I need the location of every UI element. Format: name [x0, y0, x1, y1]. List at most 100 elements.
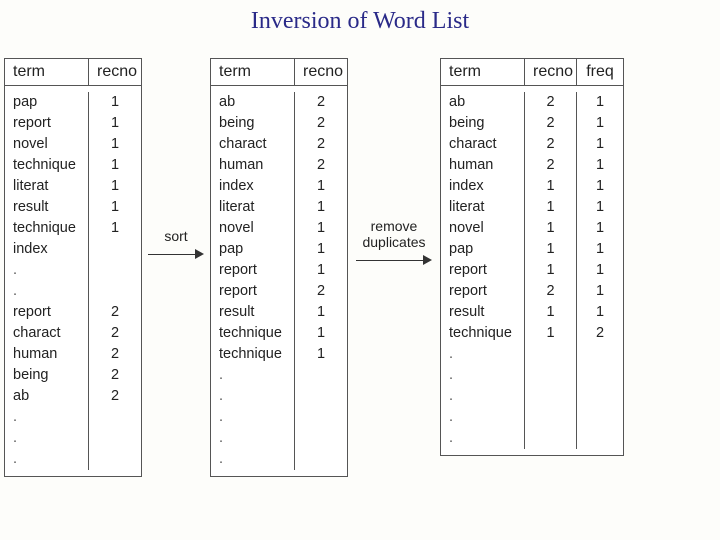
cell-term: human — [5, 344, 89, 365]
table-row: . — [5, 428, 141, 449]
cell-term: technique — [5, 155, 89, 176]
cell-recno: 1 — [295, 197, 347, 218]
cell-recno: 2 — [295, 92, 347, 113]
cell-term: human — [211, 155, 295, 176]
cell-freq: 2 — [577, 323, 623, 344]
cell-recno: 1 — [295, 323, 347, 344]
table-row: novel1 — [5, 134, 141, 155]
cell-freq: 1 — [577, 281, 623, 302]
cell-recno: 2 — [525, 92, 577, 113]
cell-recno — [295, 407, 347, 428]
cell-recno: 1 — [525, 260, 577, 281]
cell-term: ab — [211, 92, 295, 113]
cell-term: report — [211, 281, 295, 302]
table-row: . — [441, 428, 623, 449]
cell-recno — [89, 239, 141, 260]
table-row: . — [441, 344, 623, 365]
table-row: result1 — [211, 302, 347, 323]
table-row: . — [211, 428, 347, 449]
cell-recno: 1 — [295, 260, 347, 281]
cell-term: . — [441, 365, 525, 386]
arrow-dedup: remove duplicates — [348, 58, 440, 268]
cell-term: technique — [211, 344, 295, 365]
cell-term: report — [441, 281, 525, 302]
cell-recno: 2 — [525, 134, 577, 155]
cell-recno — [89, 281, 141, 302]
cell-recno — [295, 386, 347, 407]
table-row: literat1 — [5, 176, 141, 197]
cell-recno: 2 — [525, 155, 577, 176]
col-header-recno: recno — [525, 59, 577, 85]
cell-term: . — [441, 407, 525, 428]
arrow-label: remove duplicates — [362, 218, 425, 250]
cell-recno: 2 — [89, 302, 141, 323]
table-row: . — [5, 449, 141, 470]
table-row: technique1 — [211, 344, 347, 365]
cell-recno — [89, 449, 141, 470]
table-row: ab21 — [441, 92, 623, 113]
arrow-sort: sort — [142, 58, 210, 262]
cell-freq: 1 — [577, 197, 623, 218]
table-body: pap1report1novel1technique1literat1resul… — [5, 86, 141, 476]
cell-recno: 1 — [89, 134, 141, 155]
table-row: being2 — [211, 113, 347, 134]
cell-freq — [577, 365, 623, 386]
table-row: pap11 — [441, 239, 623, 260]
cell-recno: 1 — [525, 176, 577, 197]
table-row: novel1 — [211, 218, 347, 239]
cell-recno — [89, 428, 141, 449]
cell-term: . — [211, 428, 295, 449]
cell-recno — [295, 428, 347, 449]
table-row: novel11 — [441, 218, 623, 239]
cell-term: result — [441, 302, 525, 323]
cell-recno: 1 — [525, 323, 577, 344]
cell-term: . — [5, 281, 89, 302]
cell-freq — [577, 344, 623, 365]
arrow-right-icon — [356, 254, 432, 268]
table-row: report1 — [211, 260, 347, 281]
cell-recno: 2 — [295, 155, 347, 176]
cell-freq: 1 — [577, 218, 623, 239]
cell-recno: 1 — [89, 92, 141, 113]
arrow-label: sort — [164, 228, 187, 244]
cell-term: being — [5, 365, 89, 386]
cell-term: . — [441, 386, 525, 407]
arrow-label-line2: duplicates — [362, 234, 425, 250]
cell-term: report — [5, 113, 89, 134]
col-header-term: term — [441, 59, 525, 85]
cell-freq — [577, 386, 623, 407]
table-row: result11 — [441, 302, 623, 323]
cell-recno: 2 — [525, 113, 577, 134]
cell-term: charact — [5, 323, 89, 344]
cell-freq: 1 — [577, 92, 623, 113]
cell-recno: 1 — [525, 197, 577, 218]
cell-recno: 2 — [89, 323, 141, 344]
cell-recno: 2 — [295, 134, 347, 155]
cell-recno — [525, 428, 577, 449]
cell-term: ab — [441, 92, 525, 113]
cell-freq — [577, 407, 623, 428]
table-unsorted: term recno pap1report1novel1technique1li… — [4, 58, 142, 477]
cell-freq: 1 — [577, 239, 623, 260]
cell-term: report — [5, 302, 89, 323]
table-row: being2 — [5, 365, 141, 386]
cell-term: report — [441, 260, 525, 281]
cell-term: . — [211, 407, 295, 428]
cell-recno: 1 — [89, 197, 141, 218]
cell-freq: 1 — [577, 134, 623, 155]
table-row: charact21 — [441, 134, 623, 155]
cell-term: charact — [211, 134, 295, 155]
cell-term: literat — [211, 197, 295, 218]
table-row: index — [5, 239, 141, 260]
table-row: ab2 — [5, 386, 141, 407]
col-header-freq: freq — [577, 59, 623, 85]
cell-recno — [525, 386, 577, 407]
col-header-recno: recno — [295, 59, 347, 85]
table-row: technique1 — [211, 323, 347, 344]
cell-term: novel — [5, 134, 89, 155]
cell-term: report — [211, 260, 295, 281]
table-row: . — [441, 365, 623, 386]
table-row: report1 — [5, 113, 141, 134]
cell-recno — [89, 407, 141, 428]
cell-term: pap — [211, 239, 295, 260]
